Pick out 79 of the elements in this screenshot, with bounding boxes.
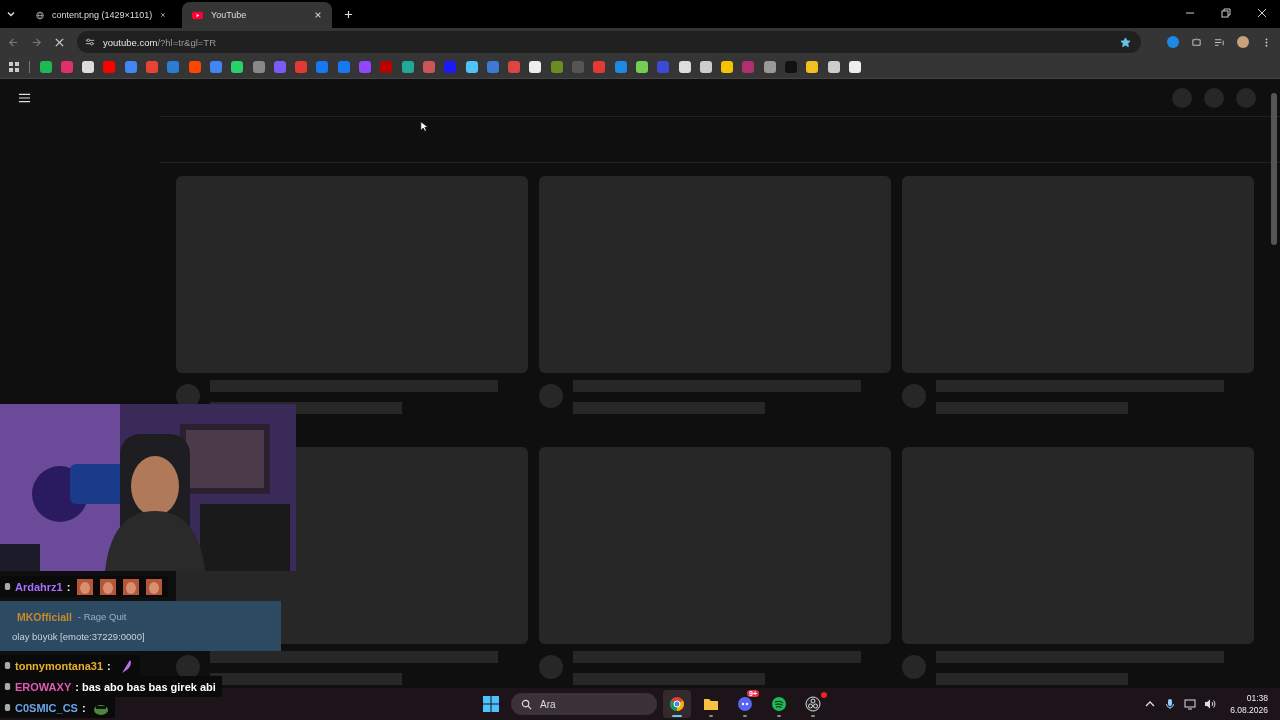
chat-message: :: [66, 580, 71, 593]
bookmark-icon[interactable]: [39, 61, 52, 73]
chat-app-icon: [737, 696, 753, 712]
chat-username: Ardahrz1: [15, 580, 63, 593]
mouse-cursor-icon: [420, 120, 428, 133]
badge-icon: [4, 661, 11, 670]
chrome-icon: [669, 696, 685, 712]
badge-icon: [4, 582, 11, 591]
bookmark-icon[interactable]: [635, 61, 648, 73]
emote-icon: [146, 578, 163, 595]
close-icon[interactable]: [314, 11, 322, 19]
chat-message: :: [81, 701, 86, 714]
extension-icon[interactable]: [1167, 36, 1179, 48]
emote-icon: [77, 578, 94, 595]
chat-message: olay büyük [emote:37229:0000]: [12, 630, 146, 642]
clock-date: 6.08.2026: [1230, 705, 1268, 715]
forward-icon[interactable]: [31, 36, 42, 48]
emote-icon: [100, 578, 117, 595]
chevron-down-icon[interactable]: [6, 9, 16, 19]
clock-time: 01:38: [1246, 693, 1268, 703]
bookmark-icon[interactable]: [827, 61, 840, 73]
music-app-icon: [771, 696, 787, 712]
chat-message: :: [107, 659, 111, 672]
bookmark-icon[interactable]: [721, 61, 734, 73]
loading-circle: [1204, 87, 1224, 108]
bookmark-icon[interactable]: [529, 61, 542, 73]
apps-icon[interactable]: [8, 61, 20, 73]
bookmark-star-icon[interactable]: [1120, 36, 1131, 48]
search-field[interactable]: Ara: [511, 693, 657, 715]
url-text: youtube.com/?hl=tr&gl=TR: [103, 36, 217, 48]
chat-message: : bas abo bas bas girek abi: [75, 680, 216, 693]
microphone-icon[interactable]: [1164, 698, 1177, 710]
chat-username: EROWAXY: [15, 680, 72, 693]
close-icon[interactable]: [1257, 8, 1267, 18]
bookmark-icon[interactable]: [231, 61, 244, 73]
start-icon[interactable]: [483, 696, 499, 712]
taskbar-app[interactable]: [663, 690, 691, 718]
bookmark-icon[interactable]: [401, 61, 414, 73]
bookmark-icon[interactable]: [763, 61, 776, 73]
chat-username: C0SMIC_CS: [15, 701, 78, 714]
stop-icon[interactable]: [54, 36, 65, 48]
chat-username: MKOfficiall: [17, 610, 72, 623]
speaker-icon[interactable]: [1204, 698, 1217, 710]
recorder-icon: [805, 696, 821, 712]
close-icon[interactable]: [160, 11, 166, 19]
bookmark-icon[interactable]: [806, 61, 819, 73]
bookmark-icon[interactable]: [82, 61, 95, 73]
folder-icon: [703, 696, 719, 712]
bookmark-icon[interactable]: [848, 61, 861, 73]
browser-tab[interactable]: YouTube: [182, 2, 332, 28]
loading-circle: [1236, 87, 1256, 108]
restore-icon[interactable]: [1221, 8, 1231, 18]
search-icon: [521, 698, 532, 710]
play-logo-icon: [192, 9, 203, 21]
chat-username: tonnymontana31: [15, 659, 103, 672]
globe-icon: [36, 9, 44, 21]
emote-icon: [123, 578, 140, 595]
site-settings-icon[interactable]: [85, 37, 95, 47]
profile-avatar[interactable]: [1237, 36, 1249, 48]
avatar-placeholder: [176, 655, 200, 679]
reward-name: - Rage Quit: [77, 610, 127, 623]
bookmark-icon[interactable]: [465, 61, 478, 73]
network-icon[interactable]: [1184, 698, 1197, 710]
bookmark-icon[interactable]: [699, 61, 712, 73]
avatar-placeholder: [539, 384, 563, 408]
browser-tab[interactable]: content.png (1429×1101): [26, 2, 176, 28]
new-tab-icon[interactable]: [344, 10, 353, 19]
badge-icon: [4, 682, 11, 691]
menu-icon[interactable]: [18, 91, 31, 104]
avatar-placeholder: [902, 655, 926, 679]
avatar-placeholder: [902, 384, 926, 408]
bookmark-icon[interactable]: [678, 61, 691, 73]
address-bar[interactable]: youtube.com/?hl=tr&gl=TR: [77, 31, 1141, 53]
loading-circle: [1172, 87, 1192, 108]
back-icon[interactable]: [8, 36, 19, 48]
badge-icon: [4, 703, 11, 712]
media-icon[interactable]: [1214, 36, 1225, 48]
avatar-placeholder: [539, 655, 563, 679]
status-dot-icon: [821, 692, 827, 698]
